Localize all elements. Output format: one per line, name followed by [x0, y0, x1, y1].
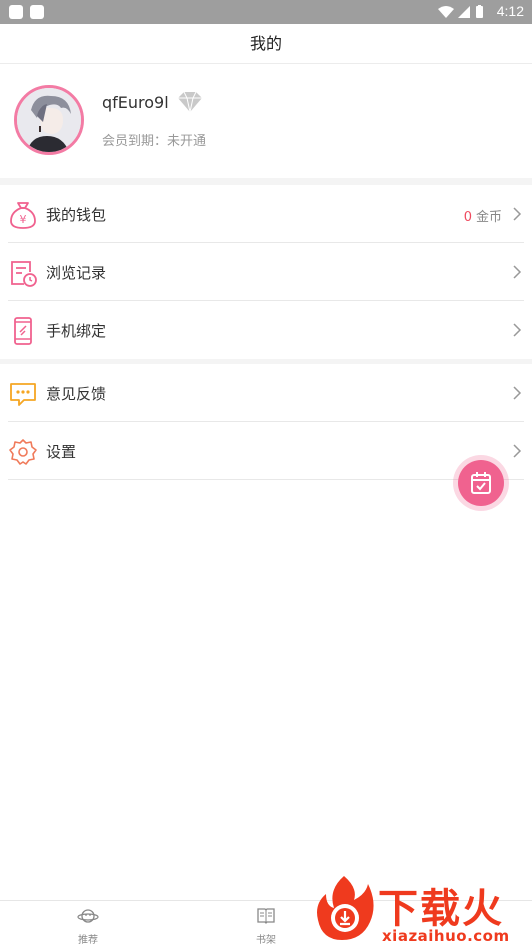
menu-item-feedback[interactable]: 意见反馈 — [0, 364, 532, 422]
menu-item-phone-binding[interactable]: 手机绑定 — [0, 301, 532, 359]
book-icon — [257, 908, 275, 924]
notification-icon — [9, 5, 23, 19]
divider — [8, 479, 524, 480]
chevron-right-icon — [513, 207, 522, 221]
menu-item-label: 我的钱包 — [46, 206, 107, 224]
section-divider — [0, 178, 532, 185]
feedback-icon — [10, 383, 36, 406]
flame-logo-icon — [317, 876, 374, 940]
username: qfEuro9l — [102, 93, 169, 112]
nav-item-bookshelf[interactable]: 书架 — [236, 907, 296, 946]
phone-icon — [14, 317, 32, 345]
chevron-right-icon — [513, 323, 522, 337]
settings-icon — [9, 439, 37, 465]
calendar-check-icon — [471, 472, 491, 494]
chevron-right-icon — [513, 265, 522, 279]
signal-wifi-battery-icon — [438, 5, 483, 18]
watermark-logo: 下载火 xiazaihuo.com — [314, 872, 532, 946]
avatar-image — [17, 88, 81, 152]
notification-icon — [30, 5, 44, 19]
status-time: 4:12 — [496, 3, 524, 19]
coin-unit: 金币 — [475, 210, 502, 225]
chevron-right-icon — [513, 386, 522, 400]
profile-card[interactable]: qfEuro9l 会员到期：未开通 — [0, 64, 532, 178]
menu-item-label: 设置 — [46, 443, 77, 461]
watermark-url: xiazaihuo.com — [382, 927, 510, 945]
menu-item-wallet[interactable]: ¥ 我的钱包 0 金币 — [0, 185, 532, 243]
history-icon — [11, 261, 37, 287]
membership-status: 会员到期：未开通 — [102, 134, 207, 149]
menu-item-label: 浏览记录 — [46, 264, 107, 282]
planet-icon — [77, 909, 99, 923]
nav-label: 书架 — [256, 935, 276, 946]
page-title: 我的 — [249, 34, 282, 53]
coin-count: 0 — [463, 210, 472, 225]
chevron-right-icon — [513, 444, 522, 458]
coin-balance: 0 金币 — [464, 206, 502, 225]
nav-label: 推荐 — [78, 935, 98, 946]
watermark-brand: 下载火 — [378, 886, 504, 932]
checkin-fab-button[interactable] — [458, 460, 504, 506]
diamond-icon — [178, 91, 202, 113]
menu-item-label: 意见反馈 — [46, 385, 107, 403]
menu-item-label: 手机绑定 — [46, 322, 107, 340]
menu-item-settings[interactable]: 设置 — [0, 422, 532, 480]
avatar[interactable] — [14, 85, 84, 155]
status-bar: 4:12 — [0, 0, 532, 24]
wallet-icon: ¥ — [10, 202, 36, 229]
svg-text:¥: ¥ — [20, 213, 27, 226]
menu-item-history[interactable]: 浏览记录 — [0, 243, 532, 301]
header: 我的 — [0, 24, 532, 64]
nav-item-recommend[interactable]: 推荐 — [58, 907, 118, 946]
